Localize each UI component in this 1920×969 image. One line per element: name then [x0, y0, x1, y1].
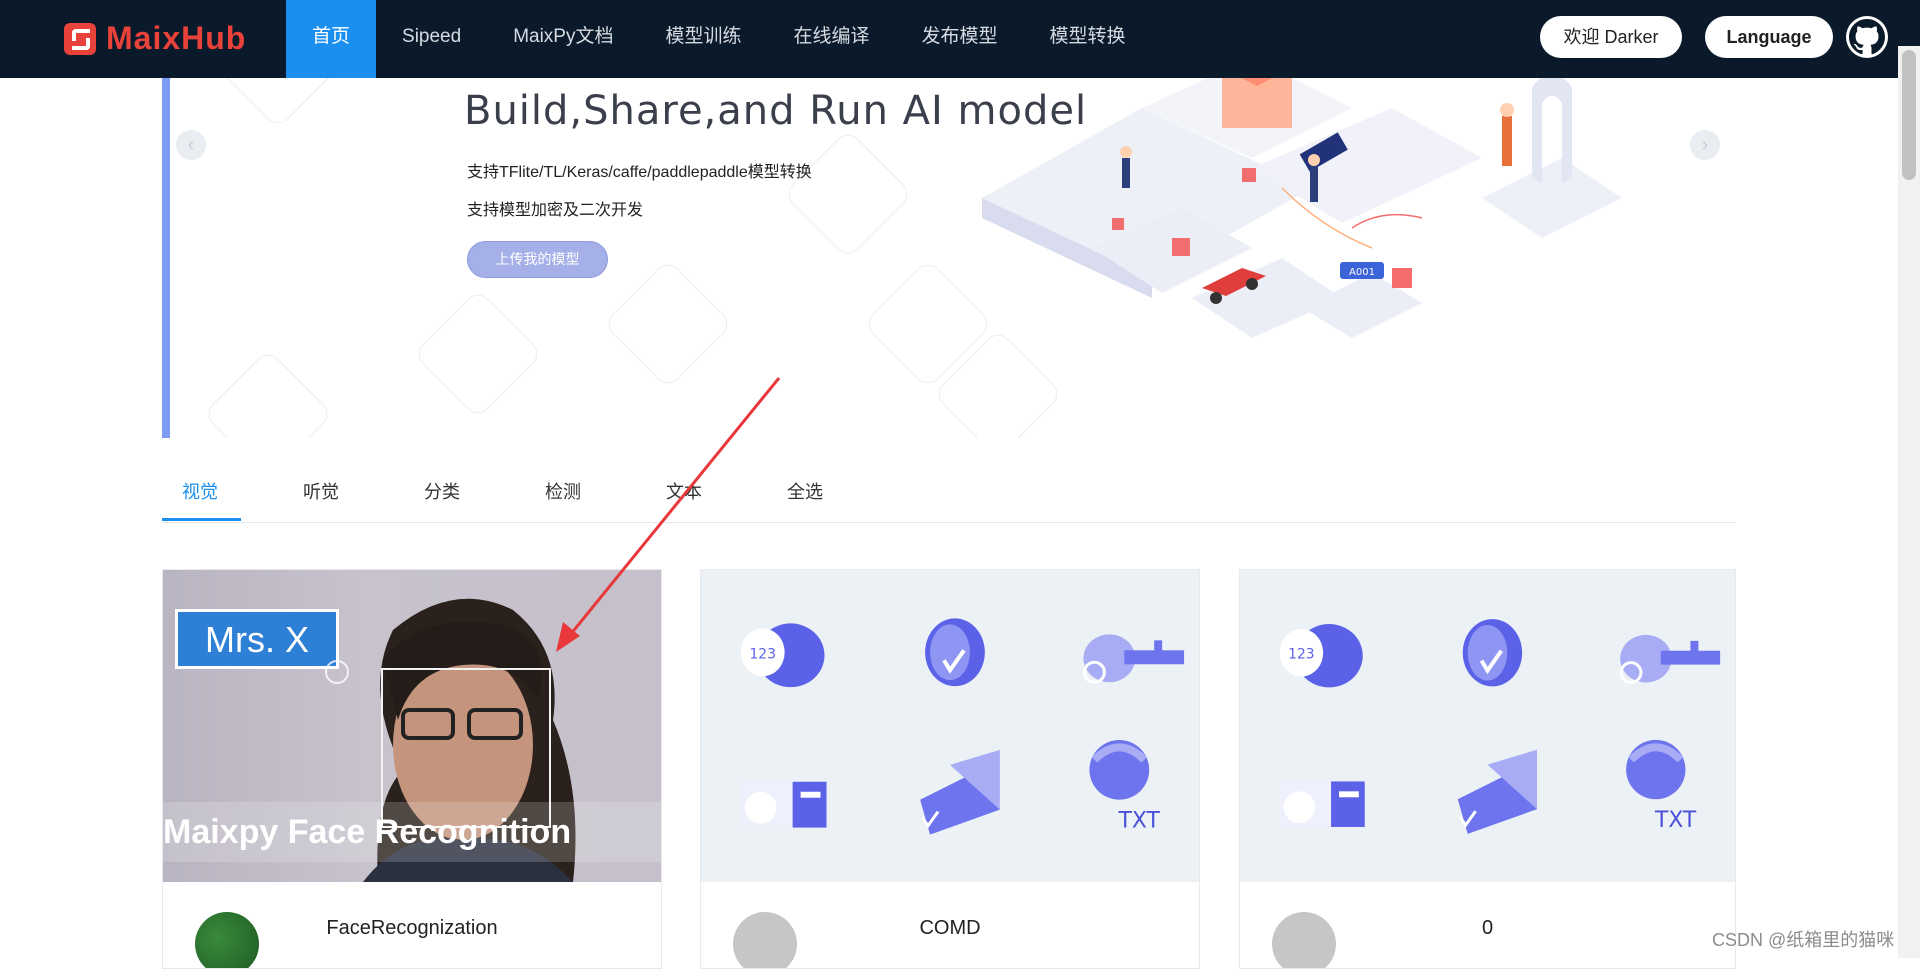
model-type-icons: 123 TXT	[740, 618, 1185, 835]
menu-item-model-convert[interactable]: 模型转换	[1024, 0, 1152, 78]
main-menu: 首页 Sipeed MaixPy文档 模型训练 在线编译 发布模型 模型转换	[286, 0, 1152, 78]
scroll-thumb[interactable]	[1902, 50, 1916, 180]
bg-diamond	[782, 128, 914, 260]
focus-ring-icon	[325, 660, 349, 684]
hero-banner: ‹ › Build,Share,and Run AI model 支持TFlit…	[162, 78, 1736, 438]
svg-text:123: 123	[1288, 647, 1314, 663]
tab-vision[interactable]: 视觉	[182, 470, 218, 520]
welcome-user-button[interactable]: 欢迎 Darker	[1540, 16, 1682, 58]
language-button[interactable]: Language	[1705, 16, 1833, 58]
upload-model-button[interactable]: 上传我的模型	[467, 241, 608, 278]
tab-audio[interactable]: 听觉	[303, 470, 339, 520]
menu-item-model-training[interactable]: 模型训练	[639, 0, 767, 78]
tab-detection[interactable]: 检测	[545, 470, 581, 520]
model-card-0[interactable]: 123 TXT 0	[1239, 569, 1736, 969]
model-card-image[interactable]: 123 TXT	[1240, 570, 1735, 882]
menu-item-publish-model[interactable]: 发布模型	[896, 0, 1024, 78]
ticket-icon	[1457, 749, 1537, 834]
counter-icon: 123	[1279, 624, 1363, 688]
svg-text:123: 123	[749, 646, 776, 662]
banner-accent-stripe	[162, 78, 170, 438]
svg-text:TXT: TXT	[1118, 809, 1161, 834]
category-tabs: 视觉 听觉 分类 检测 文本 全选	[162, 470, 1736, 523]
counter-icon: 123	[740, 623, 825, 688]
logo-icon	[64, 22, 96, 55]
model-title[interactable]: 0	[1240, 917, 1735, 940]
model-type-icons: 123 TXT	[1279, 619, 1721, 834]
banner-feature-2: 支持模型加密及二次开发	[467, 202, 644, 219]
profile-card-icon	[740, 779, 827, 830]
bg-diamond	[202, 348, 334, 438]
model-card-image[interactable]: Mrs. X Maixpy Face Recognition	[163, 570, 661, 882]
image-caption: Maixpy Face Recognition	[163, 802, 661, 862]
csdn-watermark: CSDN @纸箱里的猫咪	[1712, 930, 1895, 950]
svg-text:TXT: TXT	[1654, 808, 1697, 833]
illustration-badge: A001	[1349, 267, 1375, 278]
model-title[interactable]: COMD	[701, 917, 1199, 940]
bg-diamond	[602, 258, 734, 390]
tab-select-all[interactable]: 全选	[787, 470, 823, 520]
key-icon	[1619, 634, 1721, 684]
menu-item-online-compile[interactable]: 在线编译	[768, 0, 896, 78]
ticket-icon	[920, 749, 1000, 835]
maixhub-logo[interactable]: MaixHub	[64, 20, 246, 57]
tab-text[interactable]: 文本	[666, 470, 702, 520]
model-title[interactable]: FaceRecognization	[163, 917, 661, 940]
clock-icon	[925, 618, 985, 687]
isometric-illustration: A001	[982, 78, 1622, 338]
menu-item-home[interactable]: 首页	[286, 0, 377, 78]
model-card-comd[interactable]: 123 TXT COMD	[700, 569, 1200, 969]
bg-diamond	[412, 288, 544, 420]
key-icon	[1082, 634, 1185, 684]
page-scrollbar[interactable]	[1898, 46, 1920, 958]
active-tab-indicator	[162, 518, 241, 521]
logo-text: MaixHub	[106, 20, 247, 56]
github-icon[interactable]	[1846, 16, 1888, 58]
tab-classification[interactable]: 分类	[424, 470, 460, 520]
model-card-image[interactable]: 123 TXT	[701, 570, 1199, 882]
text-balloon-icon: TXT	[1089, 739, 1161, 834]
clock-icon	[1462, 619, 1523, 687]
bg-diamond	[212, 78, 344, 130]
carousel-prev-icon[interactable]: ‹	[176, 130, 206, 160]
banner-feature-1: 支持TFlite/TL/Keras/caffe/paddlepaddle模型转换	[467, 164, 812, 181]
face-name-label: Mrs. X	[175, 609, 339, 669]
text-balloon-icon: TXT	[1626, 739, 1697, 833]
profile-card-icon	[1279, 779, 1365, 829]
model-card-face-recognition[interactable]: Mrs. X Maixpy Face Recognition FaceRecog…	[162, 569, 662, 969]
menu-item-sipeed[interactable]: Sipeed	[376, 0, 487, 78]
top-nav: MaixHub 首页 Sipeed MaixPy文档 模型训练 在线编译 发布模…	[0, 0, 1920, 78]
menu-item-maixpy-docs[interactable]: MaixPy文档	[487, 0, 639, 78]
